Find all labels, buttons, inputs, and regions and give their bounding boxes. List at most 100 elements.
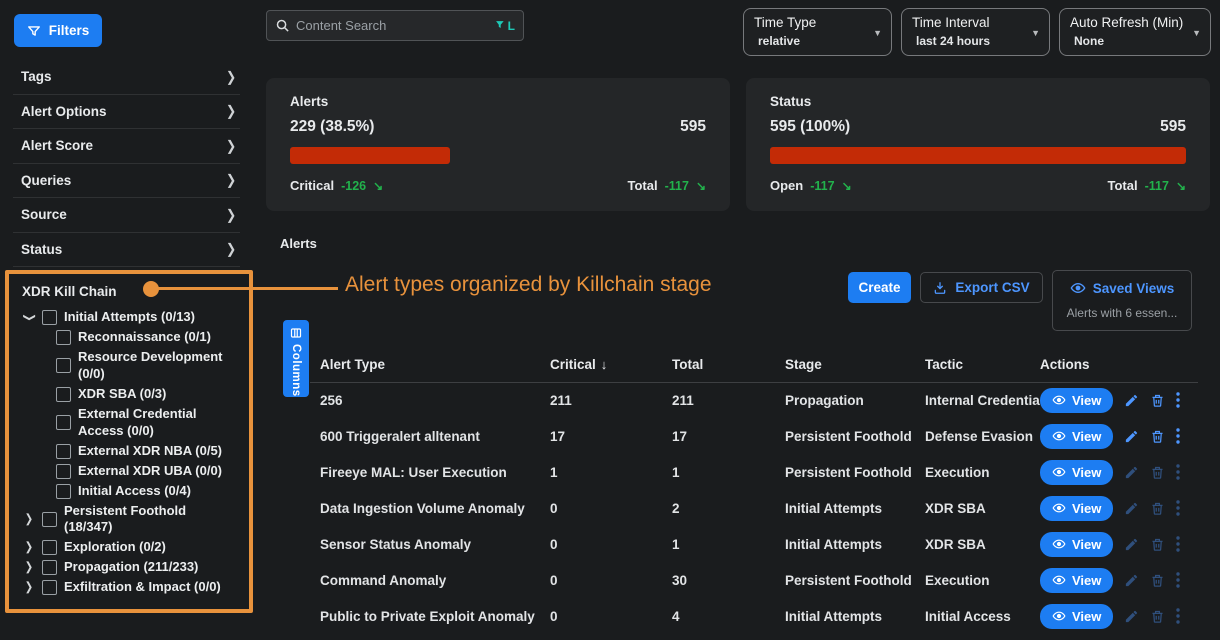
auto-refresh-dropdown[interactable]: Auto Refresh (Min) None ▼	[1059, 8, 1211, 56]
sidebar-item-source[interactable]: Source ❯	[13, 198, 240, 233]
delete-icon[interactable]	[1150, 429, 1165, 444]
sort-desc-icon: ↓	[601, 357, 608, 372]
chevron-right-icon[interactable]: ❯	[23, 513, 35, 526]
create-button[interactable]: Create	[848, 272, 911, 303]
edit-icon[interactable]	[1124, 429, 1139, 444]
callout-line	[152, 287, 338, 290]
saved-views-button[interactable]: Saved Views Alerts with 6 essen...	[1052, 270, 1192, 331]
trend-down-icon: ↘	[842, 179, 852, 193]
more-actions-icon[interactable]	[1176, 428, 1180, 444]
time-type-dropdown[interactable]: Time Type relative ▼	[743, 8, 892, 56]
chevron-right-icon[interactable]: ❯	[23, 561, 35, 574]
checkbox[interactable]	[42, 512, 57, 527]
tree-node-external-xdr-nba[interactable]: External XDR NBA (0/5)	[56, 443, 243, 460]
delta-value: -117	[810, 179, 834, 193]
delete-icon[interactable]	[1150, 465, 1165, 480]
checkbox[interactable]	[56, 358, 71, 373]
sidebar-item-queries[interactable]: Queries ❯	[13, 164, 240, 199]
chevron-right-icon: ❯	[226, 138, 236, 154]
more-actions-icon[interactable]	[1176, 392, 1180, 408]
table-row[interactable]: 256 211 211 Propagation Internal Credent…	[320, 382, 1200, 418]
tree-node-xdr-sba[interactable]: XDR SBA (0/3)	[56, 386, 243, 403]
chevron-right-icon: ❯	[226, 172, 236, 188]
view-button[interactable]: View	[1040, 460, 1113, 485]
time-interval-dropdown[interactable]: Time Interval last 24 hours ▼	[901, 8, 1050, 56]
tree-node-initial-attempts[interactable]: ❯ Initial Attempts (0/13)	[23, 309, 243, 326]
edit-icon[interactable]	[1124, 465, 1139, 480]
caret-down-icon: ▼	[1031, 28, 1040, 38]
more-actions-icon[interactable]	[1176, 536, 1180, 552]
delete-icon[interactable]	[1150, 393, 1165, 408]
columns-icon	[290, 327, 302, 339]
checkbox[interactable]	[56, 444, 71, 459]
table-row[interactable]: Sensor Status Anomaly 0 1 Initial Attemp…	[320, 526, 1200, 562]
search-input[interactable]	[296, 18, 489, 33]
progress-bar	[770, 147, 1186, 164]
edit-icon[interactable]	[1124, 537, 1139, 552]
tree-node-external-xdr-uba[interactable]: External XDR UBA (0/0)	[56, 463, 243, 480]
edit-icon[interactable]	[1124, 501, 1139, 516]
tree-node-persistent-foothold[interactable]: ❯ Persistent Foothold (18/347)	[23, 503, 243, 537]
tree-node-initial-access[interactable]: Initial Access (0/4)	[56, 483, 243, 500]
content-search[interactable]: L	[266, 10, 524, 41]
edit-icon[interactable]	[1124, 573, 1139, 588]
tree-node-propagation[interactable]: ❯ Propagation (211/233)	[23, 559, 243, 576]
delta-value: -126	[341, 179, 366, 193]
more-actions-icon[interactable]	[1176, 464, 1180, 480]
tree-node-reconnaissance[interactable]: Reconnaissance (0/1)	[56, 329, 243, 346]
checkbox[interactable]	[42, 540, 57, 555]
delete-icon[interactable]	[1150, 501, 1165, 516]
download-icon	[933, 281, 947, 295]
delta-value: -117	[665, 179, 689, 193]
sidebar-item-tags[interactable]: Tags ❯	[13, 60, 240, 95]
view-button[interactable]: View	[1040, 568, 1113, 593]
delete-icon[interactable]	[1150, 609, 1165, 624]
checkbox[interactable]	[42, 560, 57, 575]
delete-icon[interactable]	[1150, 537, 1165, 552]
more-actions-icon[interactable]	[1176, 608, 1180, 624]
more-actions-icon[interactable]	[1176, 572, 1180, 588]
chevron-down-icon[interactable]: ❯	[22, 312, 35, 324]
tree-node-exfiltration-impact[interactable]: ❯ Exfiltration & Impact (0/0)	[23, 579, 243, 596]
tree-node-resource-development[interactable]: Resource Development (0/0)	[56, 349, 243, 383]
sidebar-item-alert-options[interactable]: Alert Options ❯	[13, 95, 240, 130]
checkbox[interactable]	[56, 484, 71, 499]
view-button[interactable]: View	[1040, 388, 1113, 413]
lucene-filter-icon[interactable]: L	[495, 19, 515, 33]
sidebar-item-alert-score[interactable]: Alert Score ❯	[13, 129, 240, 164]
more-actions-icon[interactable]	[1176, 500, 1180, 516]
table-row[interactable]: Fireeye MAL: User Execution 1 1 Persiste…	[320, 454, 1200, 490]
annotation-text: Alert types organized by Killchain stage	[345, 273, 712, 297]
header-tactic[interactable]: Tactic	[925, 357, 1040, 372]
tree-node-exploration[interactable]: ❯ Exploration (0/2)	[23, 539, 243, 556]
header-critical[interactable]: Critical↓	[550, 357, 672, 372]
checkbox[interactable]	[56, 464, 71, 479]
view-button[interactable]: View	[1040, 496, 1113, 521]
view-button[interactable]: View	[1040, 604, 1113, 629]
tree-node-external-credential-access[interactable]: External Credential Access (0/0)	[56, 406, 243, 440]
table-row[interactable]: Public to Private Exploit Anomaly 0 4 In…	[320, 598, 1200, 634]
chevron-right-icon[interactable]: ❯	[23, 581, 35, 594]
filters-button[interactable]: Filters	[14, 14, 102, 47]
checkbox[interactable]	[42, 310, 57, 325]
chevron-right-icon[interactable]: ❯	[23, 541, 35, 554]
table-row[interactable]: Data Ingestion Volume Anomaly 0 2 Initia…	[320, 490, 1200, 526]
table-row[interactable]: 600 Triggeralert alltenant 17 17 Persist…	[320, 418, 1200, 454]
view-button[interactable]: View	[1040, 424, 1113, 449]
checkbox[interactable]	[56, 330, 71, 345]
table-row[interactable]: Command Anomaly 0 30 Persistent Foothold…	[320, 562, 1200, 598]
card-right-value: 595	[680, 118, 706, 136]
export-csv-button[interactable]: Export CSV	[920, 272, 1043, 303]
header-stage[interactable]: Stage	[785, 357, 925, 372]
view-button[interactable]: View	[1040, 532, 1113, 557]
delete-icon[interactable]	[1150, 573, 1165, 588]
header-alert-type[interactable]: Alert Type	[320, 357, 550, 372]
sidebar-item-status[interactable]: Status ❯	[13, 233, 240, 268]
checkbox[interactable]	[56, 387, 71, 402]
header-total[interactable]: Total	[672, 357, 785, 372]
columns-button[interactable]: Columns	[283, 320, 309, 397]
edit-icon[interactable]	[1124, 393, 1139, 408]
checkbox[interactable]	[42, 580, 57, 595]
checkbox[interactable]	[56, 415, 71, 430]
edit-icon[interactable]	[1124, 609, 1139, 624]
